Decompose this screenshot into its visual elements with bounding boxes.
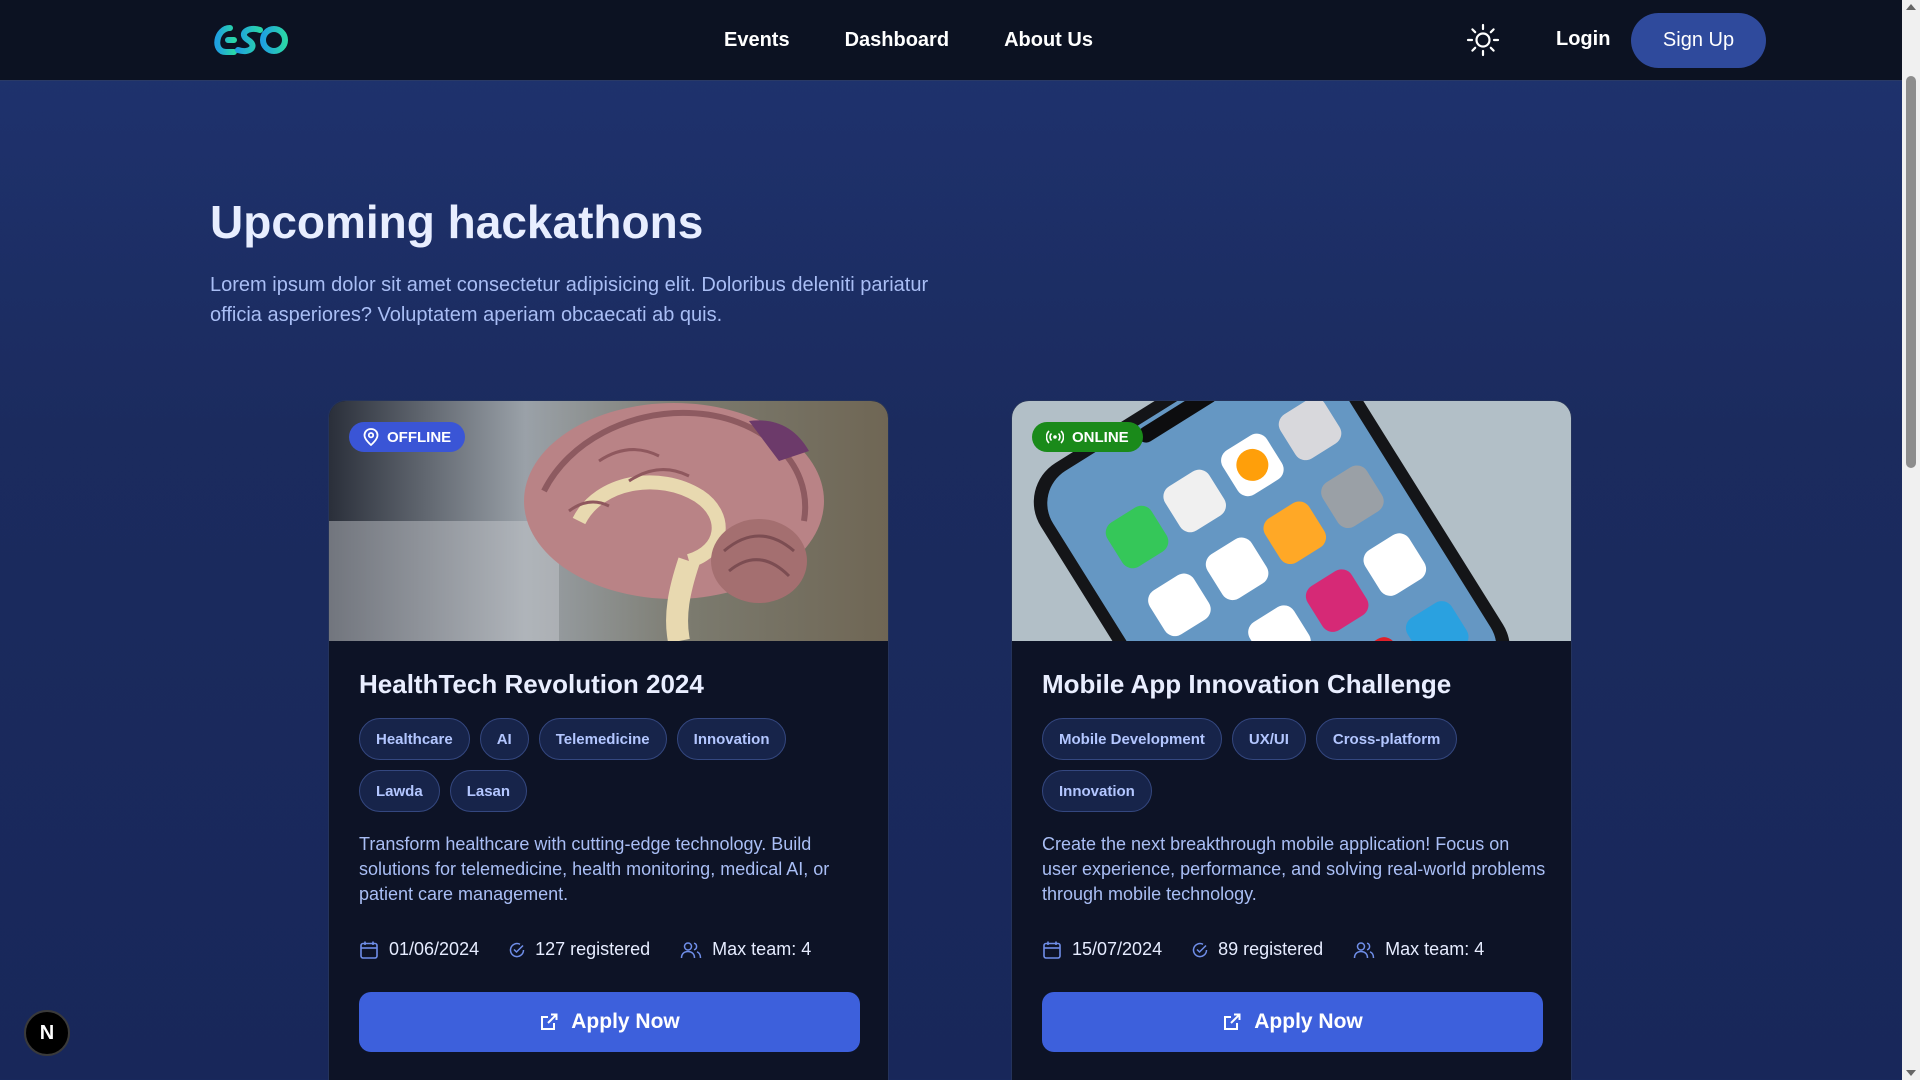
- tag[interactable]: Lawda: [359, 770, 440, 812]
- card-description: Transform healthcare with cutting-edge t…: [359, 834, 830, 904]
- card-title: HealthTech Revolution 2024: [359, 669, 704, 699]
- logo-icon[interactable]: [208, 20, 292, 60]
- apply-label: Apply Now: [1254, 1010, 1363, 1033]
- card-meta: 15/07/2024 89 registered Max team: 4: [1042, 939, 1541, 960]
- registered-count: 127 registered: [509, 939, 650, 960]
- nav-events[interactable]: Events: [724, 29, 790, 52]
- main-nav: Events Dashboard About Us: [724, 0, 1093, 80]
- nav-about-us[interactable]: About Us: [1004, 29, 1093, 52]
- registered-count: 89 registered: [1192, 939, 1323, 960]
- tag[interactable]: Cross-platform: [1315, 718, 1458, 760]
- registered-value: 89 registered: [1218, 939, 1324, 959]
- scroll-down-arrow-icon[interactable]: [1906, 1070, 1916, 1076]
- date-value: 15/07/2024: [1072, 939, 1163, 959]
- external-link-icon: [1224, 1013, 1241, 1030]
- team-value: Max team: 4: [1385, 939, 1485, 959]
- hackathon-card: ONLINE Mobile App Innovation Challenge M…: [1011, 400, 1572, 1080]
- hackathon-card: OFFLINE HealthTech Revolution 2024 Healt…: [328, 400, 889, 1080]
- tag-list: Healthcare AI Telemedicine Innovation La…: [359, 718, 829, 812]
- location-pin-icon: [363, 428, 379, 446]
- tag[interactable]: Lasan: [449, 770, 528, 812]
- scroll-thumb[interactable]: [1906, 76, 1916, 468]
- card-meta: 01/06/2024 127 registered Max team: 4: [359, 939, 858, 960]
- badge-label: ONLINE: [1072, 428, 1129, 446]
- tag[interactable]: UX/UI: [1231, 718, 1306, 760]
- login-link[interactable]: Login: [1556, 28, 1610, 51]
- users-icon: [1353, 941, 1375, 958]
- team-value: Max team: 4: [712, 939, 812, 959]
- card-title: Mobile App Innovation Challenge: [1042, 669, 1452, 699]
- calendar-icon: [1043, 941, 1061, 959]
- online-badge: ONLINE: [1032, 422, 1143, 452]
- apply-label: Apply Now: [571, 1010, 680, 1033]
- brain-model-image: OFFLINE: [329, 401, 888, 641]
- tag-list: Mobile Development UX/UI Cross-platform …: [1042, 718, 1512, 812]
- apply-now-button[interactable]: Apply Now: [1042, 992, 1543, 1052]
- tag[interactable]: Telemedicine: [538, 718, 667, 760]
- scroll-up-arrow-icon[interactable]: [1906, 4, 1916, 10]
- external-link-icon: [541, 1013, 558, 1030]
- team-size: Max team: 4: [1353, 939, 1484, 960]
- page-scrollbar[interactable]: [1902, 0, 1920, 1080]
- page-title: Upcoming hackathons: [210, 196, 704, 248]
- nav-dashboard[interactable]: Dashboard: [845, 29, 949, 52]
- users-icon: [680, 941, 702, 958]
- dev-tools-button[interactable]: N: [24, 1010, 70, 1056]
- date-value: 01/06/2024: [389, 939, 480, 959]
- broadcast-icon: [1046, 430, 1064, 444]
- tag[interactable]: AI: [479, 718, 529, 760]
- tag[interactable]: Innovation: [1042, 770, 1152, 812]
- sun-icon[interactable]: [1466, 23, 1500, 57]
- badge-label: OFFLINE: [387, 428, 452, 446]
- event-date: 01/06/2024: [359, 939, 479, 960]
- card-description: Create the next breakthrough mobile appl…: [1042, 834, 1546, 904]
- tag[interactable]: Mobile Development: [1042, 718, 1222, 760]
- offline-badge: OFFLINE: [349, 422, 466, 452]
- tag[interactable]: Innovation: [676, 718, 787, 760]
- apply-now-button[interactable]: Apply Now: [359, 992, 860, 1052]
- team-size: Max team: 4: [680, 939, 811, 960]
- smartphone-apps-image: ONLINE: [1012, 401, 1571, 641]
- page-description: Lorem ipsum dolor sit amet consectetur a…: [210, 274, 929, 326]
- calendar-icon: [360, 941, 378, 959]
- event-date: 15/07/2024: [1042, 939, 1162, 960]
- registered-value: 127 registered: [535, 939, 651, 959]
- tag[interactable]: Healthcare: [359, 718, 470, 760]
- signup-button[interactable]: Sign Up: [1631, 13, 1766, 68]
- check-circle-icon: [509, 942, 525, 957]
- check-circle-icon: [1192, 942, 1208, 957]
- top-navbar: Events Dashboard About Us Login Sign Up: [0, 0, 1902, 81]
